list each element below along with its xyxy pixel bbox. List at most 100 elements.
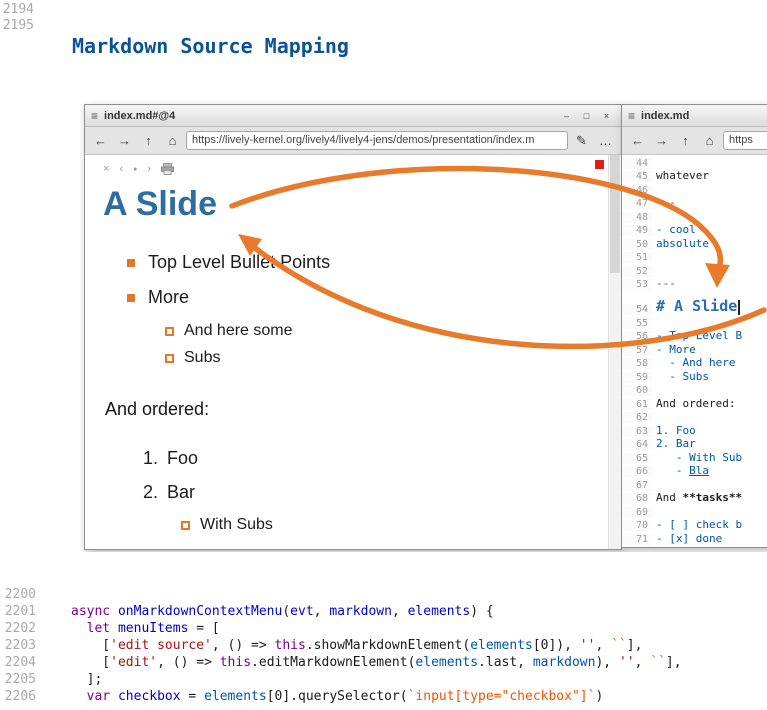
back-icon[interactable]: ←	[627, 131, 648, 151]
line-number: 67	[622, 480, 652, 491]
up-icon[interactable]: ↑	[675, 131, 696, 151]
code-token: ) {	[470, 604, 493, 619]
slide-text: And ordered:	[105, 399, 209, 420]
code-line[interactable]: 68And **tasks**	[622, 491, 767, 505]
scrollbar[interactable]	[608, 155, 621, 549]
code-token: ``	[611, 638, 627, 653]
source-editor-content: 4445whatever4647---4849- cool50absolute5…	[622, 155, 767, 547]
code-text: 1. Foo	[652, 424, 696, 437]
up-icon[interactable]: ↑	[138, 131, 159, 151]
code-line[interactable]: 69	[622, 504, 767, 518]
code-line[interactable]: 60	[622, 383, 767, 397]
window-titlebar[interactable]: ≡ index.md#@4 – □ ×	[85, 105, 621, 127]
line-number: 53	[622, 279, 652, 290]
code-line[interactable]: 631. Foo	[622, 423, 767, 437]
code-token: 'edit source'	[110, 638, 212, 653]
code-line[interactable]: 642. Bar	[622, 437, 767, 451]
print-icon[interactable]	[161, 163, 174, 175]
code-line[interactable]: 46	[622, 182, 767, 196]
text-cursor	[738, 300, 740, 315]
code-token: 2. Bar	[656, 437, 696, 450]
code-token: -	[656, 464, 689, 477]
line-number: 2206	[0, 688, 41, 705]
line-number: 60	[622, 385, 652, 396]
code-line[interactable]: 44	[622, 155, 767, 169]
code-line[interactable]: 51	[622, 250, 767, 264]
slide-list-item: 2.Bar	[143, 482, 609, 503]
code-text: ['edit', () => this.editMarkdownElement(…	[41, 654, 682, 671]
prev-slide-icon[interactable]: ‹	[119, 163, 123, 175]
home-icon[interactable]: ⌂	[162, 131, 183, 151]
line-number: 2194	[0, 2, 34, 18]
hamburger-menu-icon[interactable]: ≡	[628, 110, 635, 122]
line-number: 2202	[0, 620, 41, 637]
code-line[interactable]: 67	[622, 477, 767, 491]
code-line[interactable]: 47---	[622, 196, 767, 210]
code-line[interactable]: 56- Top Level B	[622, 329, 767, 343]
more-options-icon[interactable]: …	[595, 131, 616, 151]
code-line[interactable]: 2206 var checkbox = elements[0].querySel…	[0, 688, 767, 705]
code-line[interactable]: 65 - With Sub	[622, 450, 767, 464]
forward-icon[interactable]: →	[114, 131, 135, 151]
code-line[interactable]: 52	[622, 263, 767, 277]
code-line[interactable]: 2202 let menuItems = [	[0, 620, 767, 637]
code-line[interactable]: 2200	[0, 586, 767, 603]
code-line[interactable]: 53---	[622, 277, 767, 291]
javascript-code-editor[interactable]: 22002201async onMarkdownContextMenu(evt,…	[0, 586, 767, 705]
close-presentation-icon[interactable]: ×	[103, 163, 109, 175]
line-number: 69	[622, 507, 652, 518]
home-icon[interactable]: ⌂	[699, 131, 720, 151]
markdown-source-editor[interactable]: 4445whatever4647---4849- cool50absolute5…	[622, 155, 767, 547]
slide-indicator-icon[interactable]: ●	[133, 166, 137, 173]
close-icon[interactable]: ×	[598, 108, 615, 123]
url-input[interactable]: https://lively-kernel.org/lively4/lively…	[186, 131, 568, 150]
code-line[interactable]: 66 - Bla	[622, 464, 767, 478]
code-token	[110, 621, 118, 636]
code-line[interactable]: 48	[622, 209, 767, 223]
code-token: this	[220, 655, 251, 670]
code-text: ---	[652, 196, 676, 209]
code-line[interactable]: 62	[622, 410, 767, 424]
code-line[interactable]: 57- More	[622, 342, 767, 356]
edit-pencil-icon[interactable]: ✎	[571, 131, 592, 151]
back-icon[interactable]: ←	[90, 131, 111, 151]
next-slide-icon[interactable]: ›	[147, 163, 151, 175]
code-token: = [	[188, 621, 219, 636]
code-line[interactable]: 2204 ['edit', () => this.editMarkdownEle…	[0, 654, 767, 671]
code-line[interactable]: 59 - Subs	[622, 369, 767, 383]
code-token: ),	[595, 655, 618, 670]
code-token: [0]),	[533, 638, 580, 653]
code-line[interactable]: 70- [ ] check b	[622, 518, 767, 532]
code-line[interactable]: 61And ordered:	[622, 396, 767, 410]
code-line[interactable]: 72- [ ] not don	[622, 545, 767, 548]
code-line[interactable]: 2203 ['edit source', () => this.showMark…	[0, 637, 767, 654]
line-number: 68	[622, 493, 652, 504]
code-line[interactable]: 71- [x] done	[622, 531, 767, 545]
code-line[interactable]: 58 - And here	[622, 356, 767, 370]
forward-icon[interactable]: →	[651, 131, 672, 151]
code-token: ---	[656, 196, 676, 209]
hamburger-menu-icon[interactable]: ≡	[91, 110, 98, 122]
window-titlebar[interactable]: ≡ index.md	[622, 105, 767, 127]
scrollbar-thumb[interactable]	[610, 155, 620, 273]
maximize-icon[interactable]: □	[578, 108, 595, 123]
code-line[interactable]: 2201async onMarkdownContextMenu(evt, mar…	[0, 603, 767, 620]
code-token: absolute	[656, 237, 709, 250]
code-line[interactable]: 45whatever	[622, 169, 767, 183]
minimize-icon[interactable]: –	[558, 108, 575, 123]
code-line[interactable]: 49- cool	[622, 223, 767, 237]
code-token: - Subs	[656, 370, 709, 383]
recording-indicator[interactable]	[595, 160, 604, 169]
code-token: markdown	[533, 655, 596, 670]
code-line[interactable]: 55	[622, 315, 767, 329]
url-input[interactable]: https	[723, 131, 767, 150]
line-number: 63	[622, 426, 652, 437]
slide-text: More	[148, 287, 189, 308]
line-number: 2201	[0, 603, 41, 620]
code-token: - [ ] not don	[656, 545, 742, 547]
code-token: menuItems	[118, 621, 188, 636]
code-line[interactable]: 54# A Slide	[622, 290, 767, 315]
rendered-markdown-content: × ‹ ● › A Slide Top Level Bullet PointsM…	[85, 155, 621, 549]
code-line[interactable]: 50absolute	[622, 236, 767, 250]
code-line[interactable]: 2205 ];	[0, 671, 767, 688]
